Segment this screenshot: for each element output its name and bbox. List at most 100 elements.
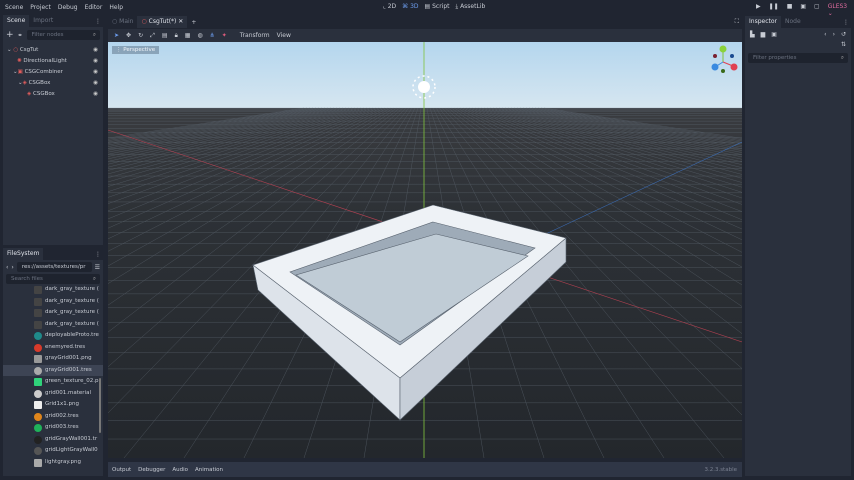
file-list-scrollbar[interactable]	[99, 378, 101, 433]
search-files-input[interactable]: Search files ⌕	[6, 274, 100, 284]
file-item[interactable]: deployableProto.tre	[3, 330, 103, 342]
file-item[interactable]: enemyred.tres	[3, 342, 103, 354]
file-icon	[34, 355, 42, 363]
file-item[interactable]: grid001.material	[3, 388, 103, 400]
file-item[interactable]: Grid1x1.png	[3, 399, 103, 411]
3d-viewport[interactable]: ⋮ Perspective	[108, 42, 742, 458]
file-item[interactable]: grid003.tres	[3, 422, 103, 434]
dock-menu-icon[interactable]: ⋮	[95, 251, 101, 258]
list-select-icon[interactable]: ▤	[162, 32, 168, 39]
tab-animation[interactable]: Animation	[195, 467, 223, 473]
visibility-eye-icon[interactable]: ◉	[93, 45, 98, 56]
split-mode-icon[interactable]: ☰	[95, 264, 100, 271]
link-icon[interactable]: ⚭	[18, 32, 23, 39]
filter-nodes-input[interactable]: Filter nodes ⌕	[26, 30, 100, 40]
menu-scene[interactable]: Scene	[5, 4, 23, 11]
tab-inspector[interactable]: Inspector	[745, 16, 781, 28]
file-icon	[34, 286, 42, 294]
history-back-icon[interactable]: ‹	[824, 31, 826, 38]
file-item[interactable]: dark_gray_texture (	[3, 284, 103, 296]
mode-assetlib-button[interactable]: ⤓ AssetLib	[456, 3, 486, 11]
tree-node-directionallight[interactable]: ✺ DirectionalLight ◉	[3, 56, 103, 67]
select-tool-icon[interactable]: ➤	[114, 32, 119, 39]
search-files-placeholder: Search files	[11, 276, 43, 282]
open-resource-icon[interactable]: ▆	[761, 31, 766, 38]
file-item[interactable]: grayGrid001.png	[3, 353, 103, 365]
save-resource-icon[interactable]: ▣	[771, 31, 777, 38]
snap-icon[interactable]: ⋔	[210, 32, 215, 39]
file-item[interactable]: gridLightGrayWall0	[3, 445, 103, 457]
play-icon[interactable]: ▶	[756, 3, 761, 17]
add-node-icon[interactable]: +	[6, 30, 14, 40]
new-resource-icon[interactable]: ▙	[750, 31, 755, 38]
back-icon[interactable]: ‹	[6, 264, 8, 271]
rotate-tool-icon[interactable]: ↻	[138, 32, 143, 39]
file-item[interactable]: dark_gray_texture (	[3, 296, 103, 308]
file-item[interactable]: grayGrid001.tres	[3, 364, 103, 376]
file-item[interactable]: gridGrayWall001.tr	[3, 434, 103, 446]
play-scene-icon[interactable]: ▣	[800, 3, 806, 17]
run-controls: ▶ ❚❚ ■ ▣ ▢ GLES3 ⌄	[756, 3, 854, 17]
tree-node-csgbox[interactable]: ⌄◈ CSGBox ◉	[3, 78, 103, 89]
mode-2d-button[interactable]: ⌞ 2D	[383, 3, 396, 11]
file-item[interactable]: lightgray.png	[3, 457, 103, 469]
menu-project[interactable]: Project	[30, 4, 51, 11]
local-space-icon[interactable]: ◍	[197, 32, 202, 39]
pause-icon[interactable]: ❚❚	[769, 3, 779, 17]
version-label: 3.2.3.stable	[704, 466, 737, 473]
filter-properties-input[interactable]: Filter properties ⌕	[748, 53, 848, 63]
visibility-eye-icon[interactable]: ◉	[93, 67, 98, 78]
mode-assetlib-label: AssetLib	[460, 3, 486, 10]
scale-tool-icon[interactable]: ⤢	[150, 32, 155, 40]
camera-icon[interactable]: ✦	[222, 32, 227, 39]
path-field[interactable]: res://assets/textures/pr	[16, 262, 92, 272]
tab-import[interactable]: Import	[29, 15, 57, 27]
tree-node-csgcombiner[interactable]: ⌄▣ CSGCombiner ◉	[3, 67, 103, 78]
new-tab-icon[interactable]: +	[191, 19, 196, 26]
history-forward-icon[interactable]: ›	[833, 31, 835, 38]
viewport-toolbar: ➤ ✥ ↻ ⤢ ▤ 🔒︎ ▦ ◍ ⋔ ✦ Transform View	[108, 29, 742, 42]
group-icon[interactable]: ▦	[185, 32, 191, 39]
move-tool-icon[interactable]: ✥	[126, 32, 131, 39]
file-name: enemyred.tres	[45, 343, 86, 350]
visibility-eye-icon[interactable]: ◉	[93, 56, 98, 67]
stop-icon[interactable]: ■	[787, 3, 793, 17]
visibility-eye-icon[interactable]: ◉	[93, 89, 98, 100]
tab-scene[interactable]: Scene	[3, 15, 30, 27]
tab-output[interactable]: Output	[112, 467, 131, 473]
file-item[interactable]: dark_gray_texture (	[3, 307, 103, 319]
close-tab-icon[interactable]: ✕	[178, 18, 183, 25]
sort-icon[interactable]: ⇅	[745, 41, 851, 51]
lock-icon[interactable]: 🔒︎	[175, 32, 178, 40]
tree-node-csgtut[interactable]: ⌄ ○ CsgTut ◉	[3, 45, 103, 56]
visibility-eye-icon[interactable]: ◉	[93, 78, 98, 89]
file-item[interactable]: green_texture_02.p	[3, 376, 103, 388]
menu-help[interactable]: Help	[109, 4, 123, 11]
mode-script-button[interactable]: ▤ Script	[425, 3, 450, 11]
menu-editor[interactable]: Editor	[85, 4, 103, 11]
transform-menu[interactable]: Transform	[240, 32, 270, 39]
play-custom-icon[interactable]: ▢	[814, 3, 820, 17]
tab-filesystem[interactable]: FileSystem	[3, 248, 44, 260]
tab-csgtut[interactable]: ○ CsgTut(*) ✕	[137, 16, 188, 28]
tab-audio[interactable]: Audio	[172, 467, 188, 473]
view-menu[interactable]: View	[277, 32, 291, 39]
tab-node[interactable]: Node	[781, 16, 805, 28]
distraction-free-icon[interactable]: ⛶	[735, 18, 739, 26]
tree-node-csgbox-child[interactable]: ◈ CSGBox ◉	[3, 89, 103, 100]
history-icon[interactable]: ↺	[841, 31, 846, 38]
search-icon: ⌕	[92, 32, 96, 38]
tab-main[interactable]: ○ Main	[108, 16, 137, 28]
perspective-menu[interactable]: ⋮ Perspective	[112, 46, 160, 54]
renderer-select[interactable]: GLES3 ⌄	[828, 3, 854, 17]
dock-menu-icon[interactable]: ⋮	[843, 19, 849, 26]
file-name: dark_gray_texture (	[45, 309, 99, 315]
forward-icon[interactable]: ›	[11, 264, 13, 271]
file-icon	[34, 320, 42, 329]
mode-3d-button[interactable]: ⌘ 3D	[402, 3, 418, 11]
dock-menu-icon[interactable]: ⋮	[95, 18, 101, 25]
file-item[interactable]: grid002.tres	[3, 411, 103, 423]
file-item[interactable]: dark_gray_texture (	[3, 319, 103, 331]
menu-debug[interactable]: Debug	[58, 4, 78, 11]
tab-debugger[interactable]: Debugger	[138, 467, 165, 473]
